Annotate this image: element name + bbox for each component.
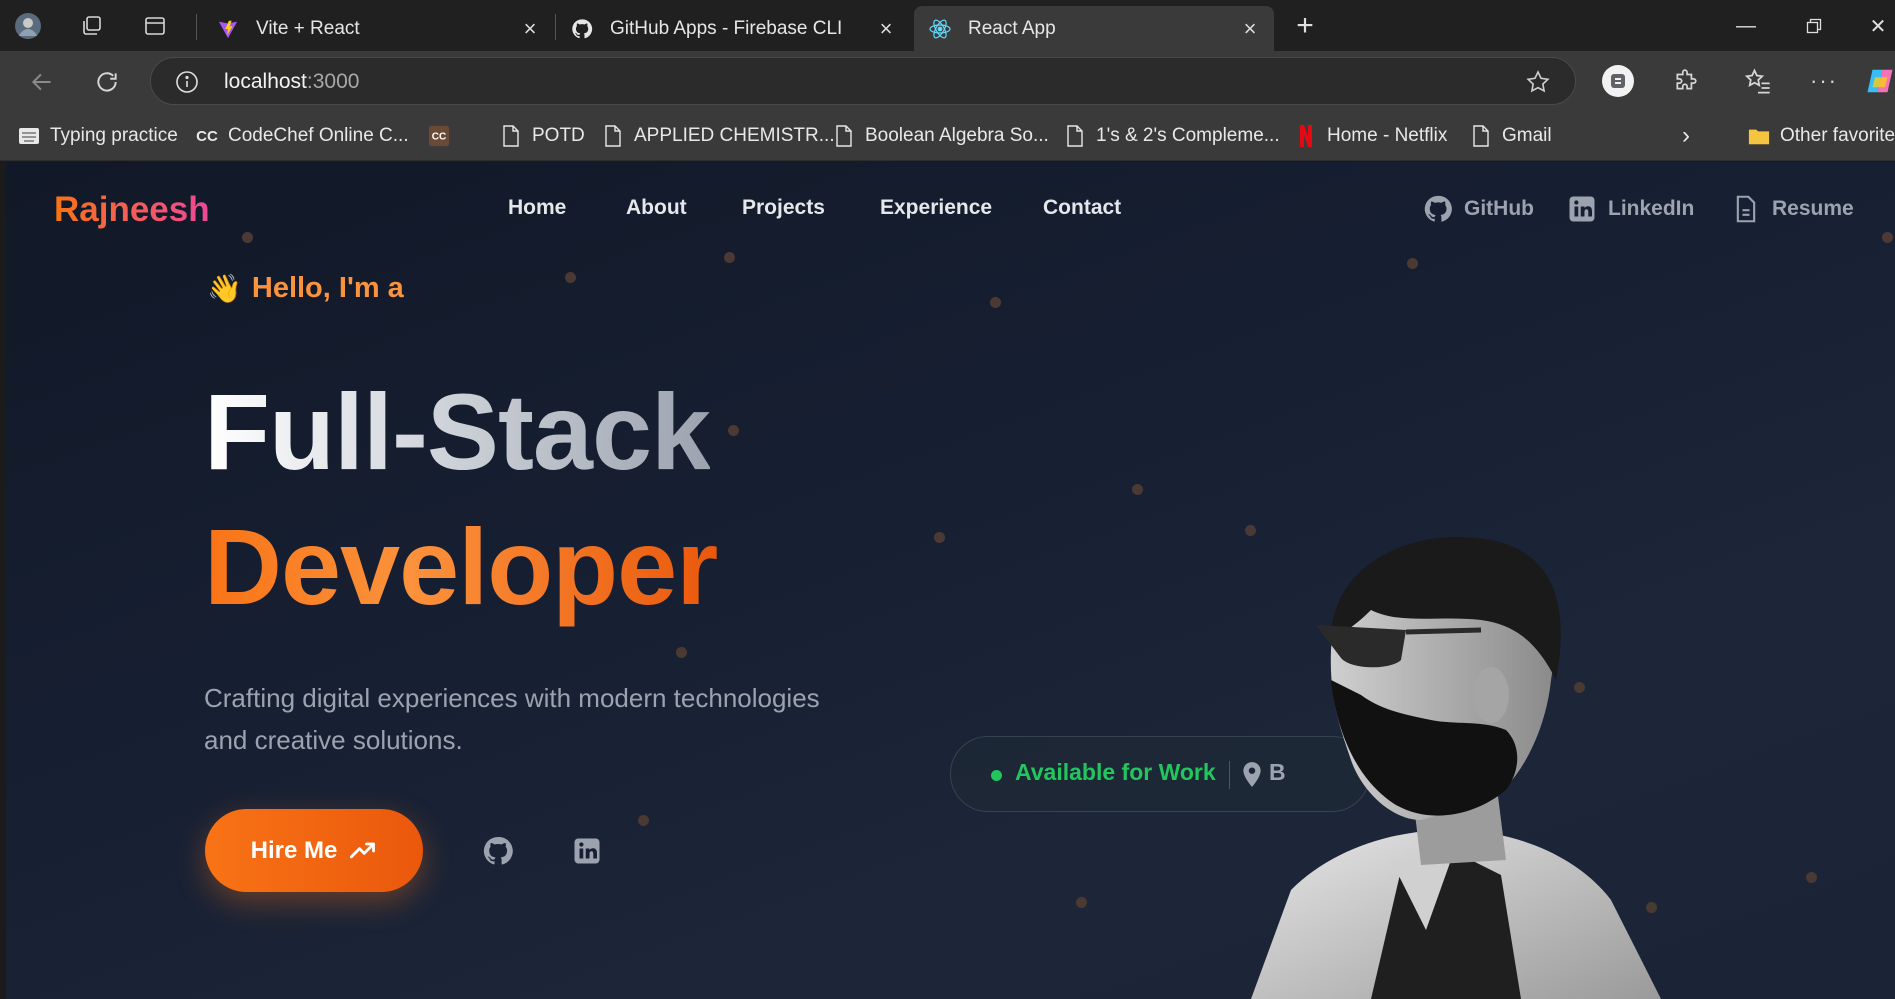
waving-hand-icon: 👋 — [207, 273, 242, 304]
page-icon — [833, 124, 855, 148]
vite-icon — [216, 17, 240, 41]
close-tab-icon[interactable]: × — [1240, 16, 1260, 42]
trending-up-icon — [350, 842, 376, 858]
react-icon — [928, 17, 952, 41]
bookmark-codechef-icon-only[interactable]: CC — [428, 123, 460, 149]
workspaces-icon[interactable] — [78, 12, 106, 40]
bookmark-applied-chemistry[interactable]: APPLIED CHEMISTR... — [602, 123, 835, 149]
bookmark-potd[interactable]: POTD — [500, 123, 585, 149]
bookmark-netflix[interactable]: Home - Netflix — [1295, 123, 1447, 149]
site-logo[interactable]: Rajneesh — [54, 190, 210, 230]
tab-title: GitHub Apps - Firebase CLI — [610, 17, 843, 39]
netflix-icon — [1295, 124, 1317, 148]
bookmark-other-favorites[interactable]: Other favorites — [1748, 123, 1895, 149]
tab-react-app[interactable]: React App × — [914, 6, 1274, 51]
nav-contact[interactable]: Contact — [1043, 196, 1121, 220]
header-linkedin-link[interactable]: LinkedIn — [1566, 192, 1694, 226]
profile-avatar[interactable] — [14, 12, 42, 40]
bookmark-complement[interactable]: 1's & 2's Compleme... — [1064, 123, 1280, 149]
favorite-star-icon[interactable] — [1525, 69, 1551, 95]
close-tab-icon[interactable]: × — [876, 16, 896, 42]
page-icon — [602, 124, 624, 148]
svg-text:CC: CC — [432, 132, 447, 143]
close-window-button[interactable]: ✕ — [1858, 10, 1895, 42]
address-bar[interactable]: localhost:3000 — [150, 57, 1576, 105]
nav-about[interactable]: About — [626, 196, 687, 220]
bookmarks-bar: Typing practice CC CodeChef Online C... … — [0, 111, 1895, 161]
tab-separator — [196, 14, 197, 40]
availability-text: Available for Work — [1015, 759, 1216, 785]
particle-dot — [565, 272, 576, 283]
restore-button[interactable] — [1794, 10, 1834, 42]
page-icon — [1064, 124, 1086, 148]
particle-dot — [990, 297, 1001, 308]
hero-linkedin-icon[interactable] — [565, 829, 609, 873]
portfolio-page: Rajneesh Home About Projects Experience … — [6, 162, 1895, 999]
particle-dot — [1882, 232, 1893, 243]
tab-actions-icon[interactable] — [141, 12, 169, 40]
copilot-icon[interactable] — [1862, 63, 1895, 99]
particle-dot — [676, 647, 687, 658]
close-tab-icon[interactable]: × — [520, 16, 540, 42]
status-dot — [991, 770, 1002, 781]
browser-toolbar: localhost:3000 ··· — [0, 51, 1895, 111]
more-options-icon[interactable]: ··· — [1806, 63, 1842, 99]
keyboard-icon — [18, 124, 40, 148]
page-icon — [500, 124, 522, 148]
particle-dot — [242, 232, 253, 243]
hire-me-button[interactable]: Hire Me — [205, 809, 423, 892]
new-tab-button[interactable]: + — [1285, 9, 1325, 42]
tab-title: Vite + React — [256, 17, 360, 39]
github-icon — [570, 17, 594, 41]
nav-projects[interactable]: Projects — [742, 196, 825, 220]
folder-icon — [1748, 124, 1770, 148]
hero-title-line2: Developer — [204, 502, 718, 632]
particle-dot — [724, 252, 735, 263]
codechef-logo-icon: CC — [428, 124, 450, 148]
browser-titlebar: Vite + React × GitHub Apps - Firebase CL… — [0, 0, 1895, 51]
back-icon[interactable] — [24, 64, 60, 100]
hero-github-icon[interactable] — [476, 829, 520, 873]
particle-dot — [1407, 258, 1418, 269]
codechef-icon: CC — [196, 127, 218, 145]
page-icon — [1470, 124, 1492, 148]
nav-home[interactable]: Home — [508, 196, 566, 220]
favorites-icon[interactable] — [1740, 63, 1776, 99]
bookmark-boolean-algebra[interactable]: Boolean Algebra So... — [833, 123, 1049, 149]
particle-dot — [1076, 897, 1087, 908]
url-text: localhost:3000 — [224, 70, 360, 93]
extensions-puzzle-icon[interactable] — [1668, 63, 1704, 99]
bookmark-typing-practice[interactable]: Typing practice — [18, 123, 178, 149]
hero-greeting: 👋 Hello, I'm a — [207, 272, 404, 304]
particle-dot — [1132, 484, 1143, 495]
hero-subtitle: Crafting digital experiences with modern… — [204, 683, 820, 755]
tab-title: React App — [968, 17, 1056, 39]
extension-icon[interactable] — [1600, 63, 1636, 99]
minimize-button[interactable]: — — [1726, 10, 1766, 42]
refresh-icon[interactable] — [89, 64, 125, 100]
particle-dot — [934, 532, 945, 543]
profile-photo — [1251, 536, 1661, 999]
particle-dot — [1806, 872, 1817, 883]
particle-dot — [728, 425, 739, 436]
document-icon — [1730, 193, 1762, 225]
bookmark-codechef[interactable]: CC CodeChef Online C... — [196, 123, 408, 149]
github-icon — [1422, 193, 1454, 225]
particle-dot — [638, 815, 649, 826]
linkedin-icon — [1566, 193, 1598, 225]
hero-title-line1: Full-Stack — [204, 367, 711, 497]
bookmarks-overflow-chevron-icon[interactable]: › — [1682, 122, 1690, 149]
tab-vite-react[interactable]: Vite + React × — [202, 6, 554, 51]
header-github-link[interactable]: GitHub — [1422, 192, 1534, 226]
bookmark-gmail[interactable]: Gmail — [1470, 123, 1552, 149]
site-info-icon[interactable] — [175, 70, 199, 94]
tab-github-apps[interactable]: GitHub Apps - Firebase CLI × — [556, 6, 910, 51]
nav-experience[interactable]: Experience — [880, 196, 992, 220]
header-resume-link[interactable]: Resume — [1730, 192, 1854, 226]
